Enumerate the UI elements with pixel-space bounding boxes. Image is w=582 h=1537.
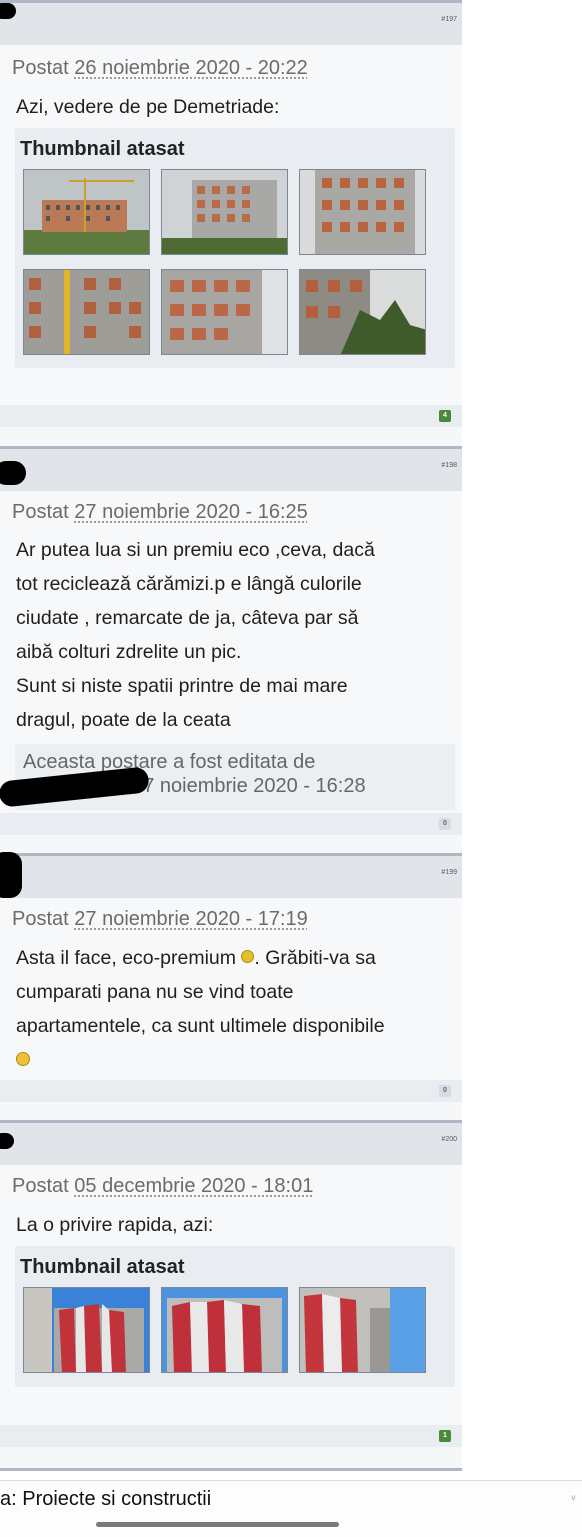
post-header: #200	[0, 1123, 462, 1165]
post-date: Postat 27 noiembrie 2020 - 16:25	[12, 501, 308, 524]
reputation-badge[interactable]: 0	[439, 818, 451, 830]
post-text-line: Asta il face, eco-premium . Grăbiti-va s…	[16, 941, 452, 975]
post-text-line: La o privire rapida, azi:	[16, 1214, 214, 1236]
thumbnail-image[interactable]	[161, 269, 288, 355]
redacted-author-mark	[0, 852, 22, 898]
post-header: #198	[0, 449, 462, 491]
post-footer: 4	[0, 405, 462, 427]
post-text-line: apartamentele, ca sunt ultimele disponib…	[16, 1015, 385, 1037]
thumbnail-image[interactable]	[299, 169, 426, 255]
post-body: Postat 26 noiembrie 2020 - 20:22 Azi, ve…	[0, 45, 462, 426]
post-number-link[interactable]: #199	[441, 869, 457, 876]
home-indicator[interactable]	[96, 1522, 339, 1527]
reputation-badge[interactable]: 0	[439, 1085, 451, 1097]
attachment-title: Thumbnail atasat	[20, 1256, 185, 1278]
thumbnail-image[interactable]	[161, 1287, 288, 1373]
thumbnail-image[interactable]	[299, 269, 426, 355]
forum-breadcrumb[interactable]: a: Proiecte si constructii	[0, 1488, 211, 1511]
reputation-badge[interactable]: 4	[439, 410, 451, 422]
post-number-link[interactable]: #200	[441, 1136, 457, 1143]
post-date-link[interactable]: 26 noiembrie 2020 - 20:22	[74, 57, 308, 79]
redacted-author-mark	[0, 1133, 14, 1149]
redacted-author-mark	[0, 461, 26, 485]
post-body: Postat 27 noiembrie 2020 - 17:19 Asta il…	[0, 898, 462, 1100]
post-text-segment: Asta il face, eco-premium	[16, 947, 242, 969]
reputation-badge[interactable]: 1	[439, 1430, 451, 1442]
post-text-line: tot reciclează cărămizi.p e lângă culori…	[16, 573, 362, 595]
thumbnail-image[interactable]	[23, 1287, 150, 1373]
post-date: Postat 26 noiembrie 2020 - 20:22	[12, 57, 308, 80]
post-date: Postat 27 noiembrie 2020 - 17:19	[12, 908, 308, 931]
redacted-author-mark	[0, 3, 16, 19]
thumbnail-picture	[300, 1288, 425, 1372]
post-text-line: Ar putea lua si un premiu eco ,ceva, dac…	[16, 539, 375, 561]
post-body: Postat 05 decembrie 2020 - 18:01 La o pr…	[0, 1165, 462, 1446]
post-text: Asta il face, eco-premium . Grăbiti-va s…	[16, 941, 452, 1077]
thumbnail-picture	[162, 170, 287, 254]
edit-notice: Aceasta postare a fost editata de : 27 n…	[0, 744, 455, 810]
thumbnail-picture	[162, 1288, 287, 1372]
post-text: Ar putea lua si un premiu eco ,ceva, dac…	[16, 533, 452, 737]
post-number-link[interactable]: #198	[441, 462, 457, 469]
posted-prefix: Postat	[12, 908, 69, 930]
chevron-down-icon[interactable]: ˅	[571, 1493, 576, 1503]
thumbnail-image[interactable]	[161, 169, 288, 255]
post-number-link[interactable]: #197	[441, 16, 457, 23]
post-footer: 1	[0, 1425, 462, 1447]
post-text-line: Sunt si niste spatii printre de mai mare	[16, 675, 348, 697]
thumbnail-image[interactable]	[23, 169, 150, 255]
post-text-line	[16, 1043, 452, 1077]
posted-prefix: Postat	[12, 57, 69, 79]
thumbnail-picture	[162, 270, 287, 354]
thumbnail-picture	[24, 1288, 149, 1372]
thumbnail-image[interactable]	[299, 1287, 426, 1373]
post-text-line: aibă colturi zdrelite un pic.	[16, 641, 242, 663]
attachment-box: Thumbnail atasat	[15, 1246, 455, 1387]
post-date-link[interactable]: 05 decembrie 2020 - 18:01	[74, 1175, 313, 1197]
posted-prefix: Postat	[12, 501, 69, 523]
post-text-line: dragul, poate de la ceata	[16, 709, 231, 731]
post-body: Postat 27 noiembrie 2020 - 16:25 Ar pute…	[0, 491, 462, 834]
attachment-title: Thumbnail atasat	[20, 138, 185, 160]
thumbnail-image[interactable]	[23, 269, 150, 355]
thumbnail-picture	[300, 270, 425, 354]
thumbnail-picture	[300, 170, 425, 254]
post-text-line: Azi, vedere de pe Demetriade:	[16, 96, 280, 118]
post-date-link[interactable]: 27 noiembrie 2020 - 17:19	[74, 908, 308, 930]
edit-notice-line: Aceasta postare a fost editata de	[23, 751, 316, 773]
thumbnail-picture	[24, 270, 149, 354]
post-text: Azi, vedere de pe Demetriade:	[16, 90, 452, 124]
thumbnail-picture	[24, 170, 149, 254]
post-199: #199 Postat 27 noiembrie 2020 - 17:19 As…	[0, 852, 462, 1121]
post-text-line: cumparati pana nu se vind toate	[16, 981, 294, 1003]
next-post-border	[0, 1468, 462, 1471]
wink-emoji-icon	[16, 1051, 30, 1066]
post-197: #197 Postat 26 noiembrie 2020 - 20:22 Az…	[0, 0, 462, 448]
post-footer: 0	[0, 813, 462, 835]
post-footer: 0	[0, 1080, 462, 1102]
post-date-link[interactable]: 27 noiembrie 2020 - 16:25	[74, 501, 308, 523]
posted-prefix: Postat	[12, 1175, 69, 1197]
post-date: Postat 05 decembrie 2020 - 18:01	[12, 1175, 313, 1198]
bottom-navigation-bar: a: Proiecte si constructii ˅	[0, 1480, 582, 1537]
post-200: #200 Postat 05 decembrie 2020 - 18:01 La…	[0, 1120, 462, 1468]
post-198: #198 Postat 27 noiembrie 2020 - 16:25 Ar…	[0, 446, 462, 856]
post-header: #197	[0, 3, 462, 45]
post-text-segment: . Grăbiti-va sa	[254, 947, 376, 969]
attachment-box: Thumbnail atasat	[15, 128, 455, 368]
post-text-line: ciudate , remarcate de ja, câteva par să	[16, 607, 359, 629]
post-text: La o privire rapida, azi:	[16, 1208, 452, 1242]
post-header: #199	[0, 852, 462, 898]
smiley-emoji-icon	[241, 950, 255, 964]
